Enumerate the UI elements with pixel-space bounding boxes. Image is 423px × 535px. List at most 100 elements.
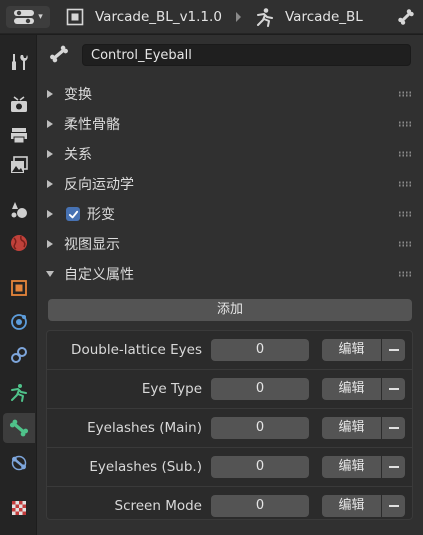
property-name: Screen Mode: [114, 498, 203, 514]
edit-property-button[interactable]: 编辑: [322, 495, 381, 517]
deform-checkbox[interactable]: [66, 207, 80, 221]
drag-grip-icon[interactable]: [398, 151, 412, 157]
minus-icon: [388, 466, 399, 468]
remove-property-button[interactable]: [382, 495, 405, 517]
checker-texture-icon: [12, 501, 26, 515]
properties-tabs: [0, 35, 36, 535]
tab-render[interactable]: [3, 90, 35, 120]
property-value-field[interactable]: 0: [211, 417, 309, 439]
drag-grip-icon[interactable]: [398, 91, 412, 97]
tab-modifiers[interactable]: [3, 307, 35, 337]
bone-icon: [50, 45, 68, 63]
tab-view-layer[interactable]: [3, 150, 35, 180]
world-globe-icon: [11, 235, 27, 251]
breadcrumb-armature[interactable]: Varcade_BL: [285, 0, 363, 34]
armature-icon: [257, 8, 273, 27]
image-stack-icon: [11, 156, 28, 173]
object-icon: [66, 8, 84, 26]
property-name: Eyelashes (Main): [87, 420, 202, 436]
drag-grip-icon[interactable]: [398, 241, 412, 247]
printer-icon: [11, 128, 27, 144]
drag-grip-icon[interactable]: [398, 181, 412, 187]
add-property-button[interactable]: 添加: [48, 299, 412, 321]
expand-arrow-icon: [47, 150, 53, 158]
property-name: Double-lattice Eyes: [71, 342, 202, 358]
tab-bone[interactable]: [3, 413, 35, 443]
object-square-icon: [11, 280, 27, 296]
chevron-down-icon: ▾: [38, 12, 43, 22]
bone-name-field[interactable]: Control_Eyeball: [82, 44, 411, 66]
drag-grip-icon[interactable]: [398, 211, 412, 217]
panel-bendy-bones[interactable]: 柔性骨骼: [37, 109, 423, 139]
property-value-field[interactable]: 0: [211, 378, 309, 400]
breadcrumb-object[interactable]: Varcade_BL_v1.1.0: [95, 0, 222, 34]
properties-editor-icon: [14, 10, 35, 24]
panel-label: 变换: [64, 87, 92, 103]
property-row: Eye Type 0 编辑: [47, 370, 412, 409]
edit-property-button[interactable]: 编辑: [322, 378, 381, 400]
property-name: Eyelashes (Sub.): [89, 459, 202, 475]
bone-icon: [9, 419, 29, 437]
property-row: Eyelashes (Main) 0 编辑: [47, 409, 412, 448]
wrench-screwdriver-icon: [12, 54, 28, 70]
drag-grip-icon[interactable]: [398, 121, 412, 127]
object-constraint-icon: [11, 347, 27, 363]
panel-label: 反向运动学: [64, 177, 134, 193]
panel-viewport-display[interactable]: 视图显示: [37, 229, 423, 259]
property-value-field[interactable]: 0: [211, 456, 309, 478]
panel-label: 自定义属性: [64, 267, 134, 283]
minus-icon: [388, 349, 399, 351]
checkmark-icon: [68, 210, 78, 218]
panel-deform[interactable]: 形变: [37, 199, 423, 229]
panel-custom-properties[interactable]: 自定义属性: [37, 259, 423, 289]
minus-icon: [388, 505, 399, 507]
edit-property-button[interactable]: 编辑: [322, 339, 381, 361]
panel-relations[interactable]: 关系: [37, 139, 423, 169]
tab-tool[interactable]: [3, 47, 35, 77]
expand-arrow-icon: [47, 210, 53, 218]
render-camera-icon: [11, 96, 27, 112]
panel-inverse-kinematics[interactable]: 反向运动学: [37, 169, 423, 199]
edit-property-button[interactable]: 编辑: [322, 456, 381, 478]
bone-properties: Control_Eyeball 变换 柔性骨骼 关系 反向运动学 形变 视图显示: [37, 35, 423, 535]
minus-icon: [388, 427, 399, 429]
remove-property-button[interactable]: [382, 339, 405, 361]
property-value-field[interactable]: 0: [211, 339, 309, 361]
tab-object[interactable]: [3, 273, 35, 303]
edit-property-button[interactable]: 编辑: [322, 417, 381, 439]
expand-arrow-icon: [47, 240, 53, 248]
panel-label: 关系: [64, 147, 92, 163]
editor-type-button[interactable]: ▾: [6, 6, 50, 28]
property-row: Screen Mode 0 编辑: [47, 487, 412, 526]
properties-header: ▾ Varcade_BL_v1.1.0 Varcade_BL: [0, 0, 423, 34]
tab-world[interactable]: [3, 228, 35, 258]
custom-properties-list: Double-lattice Eyes 0 编辑 Eye Type 0 编辑 E…: [46, 330, 413, 520]
panel-label: 视图显示: [64, 237, 120, 253]
property-row: Double-lattice Eyes 0 编辑: [47, 331, 412, 370]
remove-property-button[interactable]: [382, 417, 405, 439]
remove-property-button[interactable]: [382, 456, 405, 478]
remove-property-button[interactable]: [382, 378, 405, 400]
tab-texture[interactable]: [3, 493, 35, 523]
expand-arrow-icon: [47, 120, 53, 128]
scene-icon: [11, 202, 27, 218]
collapse-arrow-icon: [46, 271, 54, 277]
physics-orbit-icon: [11, 314, 27, 330]
armature-data-icon: [11, 384, 27, 402]
tab-object-data[interactable]: [3, 378, 35, 408]
tab-bone-constraints[interactable]: [3, 448, 35, 478]
property-row: Eyelashes (Sub.) 0 编辑: [47, 448, 412, 487]
panel-transform[interactable]: 变换: [37, 79, 423, 109]
tab-constraints[interactable]: [3, 340, 35, 370]
panel-label: 柔性骨骼: [64, 117, 120, 133]
drag-grip-icon[interactable]: [398, 271, 412, 277]
bone-header-icon: [398, 9, 414, 25]
property-name: Eye Type: [141, 381, 202, 397]
bone-name-row: Control_Eyeball: [37, 35, 423, 75]
bone-constraint-icon: [11, 455, 27, 471]
tab-output[interactable]: [3, 120, 35, 150]
property-value-field[interactable]: 0: [211, 495, 309, 517]
expand-arrow-icon: [47, 180, 53, 188]
breadcrumb-separator-icon: [236, 12, 241, 22]
tab-scene[interactable]: [3, 195, 35, 225]
